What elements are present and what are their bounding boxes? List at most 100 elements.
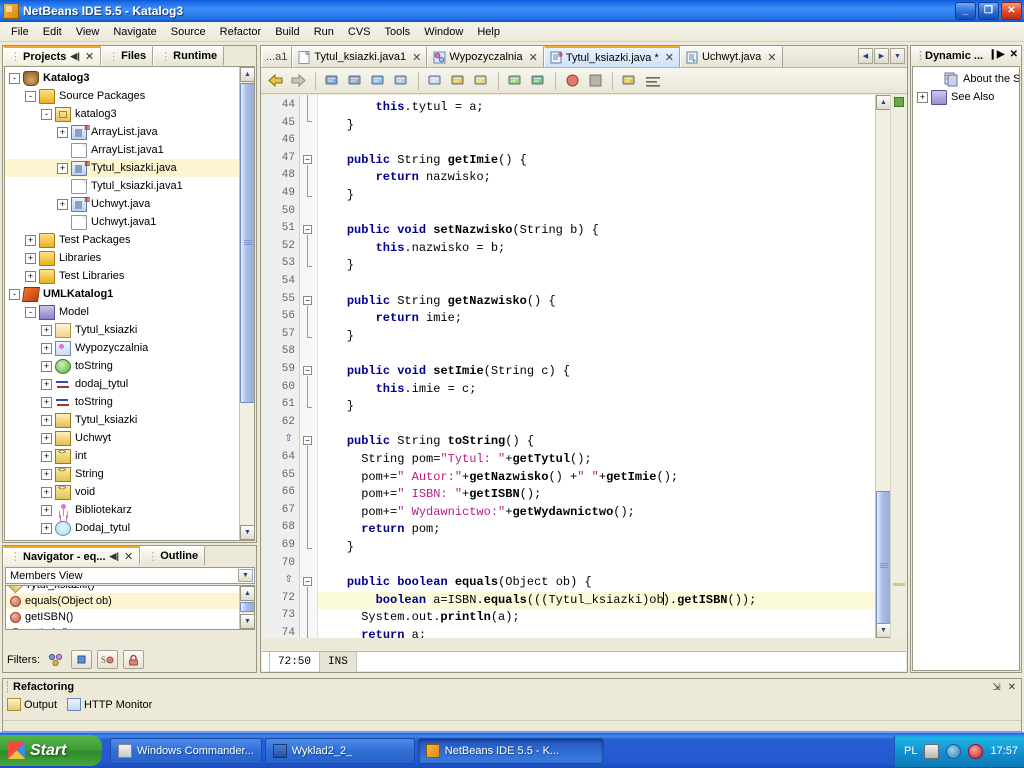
expander-icon[interactable]: + — [41, 360, 52, 372]
menu-window[interactable]: Window — [417, 24, 470, 40]
maximize-button[interactable]: ❐ — [978, 2, 999, 20]
start-button[interactable]: Start — [0, 735, 102, 766]
fold-toggle-icon[interactable]: − — [303, 577, 312, 587]
scroll-thumb[interactable] — [876, 491, 891, 638]
expander-icon[interactable]: + — [57, 198, 68, 210]
tree-item-uchwyt-java1[interactable]: Uchwyt.java1 — [5, 213, 239, 231]
forward-icon[interactable] — [288, 70, 309, 91]
expander-icon[interactable]: - — [25, 90, 36, 102]
close-icon[interactable]: ✕ — [1010, 49, 1018, 60]
projects-scrollbar[interactable]: ▲ ▼ — [239, 67, 254, 540]
tree-item-tytul-ksiazki-java[interactable]: + ▥ Tytul_ksiazki.java — [5, 159, 239, 177]
close-icon[interactable]: ✕ — [1008, 682, 1016, 693]
menu-source[interactable]: Source — [164, 24, 213, 40]
code-line[interactable]: return pom; — [318, 521, 875, 539]
expander-icon[interactable]: + — [41, 324, 52, 336]
pin-icon[interactable]: ◀| — [110, 551, 119, 562]
tab-files[interactable]: ⋮ Files — [101, 46, 154, 65]
code-line[interactable]: return imie; — [318, 310, 875, 328]
previous-bookmark-icon[interactable] — [391, 70, 412, 91]
code-line[interactable]: this.tytul = a; — [318, 99, 875, 117]
code-line[interactable]: pom+=" Autor:"+getNazwisko() +" "+getImi… — [318, 469, 875, 487]
code-line[interactable] — [318, 557, 875, 575]
expander-icon[interactable]: - — [9, 288, 20, 300]
scroll-down-icon[interactable]: ▼ — [876, 623, 891, 638]
format-icon[interactable] — [642, 70, 663, 91]
antivirus-icon[interactable] — [968, 743, 984, 759]
scroll-down-icon[interactable]: ▼ — [240, 614, 254, 629]
expander-icon[interactable]: + — [41, 486, 52, 498]
scroll-up-icon[interactable]: ▲ — [240, 67, 254, 82]
expander-icon[interactable]: + — [41, 522, 52, 534]
toggle-breakpoint-icon[interactable] — [562, 70, 583, 91]
tab-navigator[interactable]: ⋮ Navigator - eq... ◀| ✕ — [3, 546, 141, 565]
code-line[interactable]: this.nazwisko = b; — [318, 240, 875, 258]
close-icon[interactable]: ✕ — [767, 51, 776, 64]
menu-run[interactable]: Run — [307, 24, 341, 40]
editor-tab-tytul-ksiazki-java1[interactable]: Tytul_ksiazki.java1 ✕ — [292, 46, 428, 67]
taskbar-item-wyklad[interactable]: Wyklad2_2_ — [264, 737, 415, 764]
taskbar-item-windows-commander[interactable]: Windows Commander... — [110, 737, 262, 764]
tab-runtime[interactable]: ⋮ Runtime — [153, 46, 225, 65]
expander-icon[interactable]: + — [25, 270, 36, 282]
minimize-icon[interactable]: ⇲ — [992, 682, 1000, 693]
back-icon[interactable] — [265, 70, 286, 91]
error-stripe-column[interactable] — [890, 95, 906, 638]
list-item[interactable]: equals(Object ob) — [6, 593, 239, 609]
expander-icon[interactable]: + — [25, 234, 36, 246]
insert-mode-indicator[interactable]: INS — [320, 651, 357, 672]
tree-item-katalog3[interactable]: - katalog3 — [5, 105, 239, 123]
menu-refactor[interactable]: Refactor — [213, 24, 269, 40]
expander-icon[interactable]: + — [25, 252, 36, 264]
stop-icon[interactable] — [585, 70, 606, 91]
list-item[interactable]: Tytul_ksiazki() — [6, 586, 239, 593]
expander-icon[interactable]: + — [41, 504, 52, 516]
code-line[interactable]: public String getImie() { — [318, 152, 875, 170]
tree-item-test-libraries[interactable]: + Test Libraries — [5, 267, 239, 285]
code-folding-column[interactable]: − − − − − − — [300, 95, 318, 638]
code-line[interactable]: public boolean equals(Object ob) { — [318, 574, 875, 592]
tree-item-test-packages[interactable]: + Test Packages — [5, 231, 239, 249]
editor-tab-wypozyczalnia[interactable]: Wypozyczalnia ✕ — [427, 46, 544, 67]
code-line[interactable]: } — [318, 539, 875, 557]
menu-cvs[interactable]: CVS — [341, 24, 378, 40]
projects-tree[interactable]: - Katalog3- Source Packages - katalog3 + ▥ Arra… — [5, 67, 239, 540]
comment-icon[interactable] — [425, 70, 446, 91]
tree-item-uchwyt[interactable]: + Uchwyt — [5, 429, 239, 447]
uncomment-icon[interactable] — [448, 70, 469, 91]
close-icon[interactable]: ✕ — [665, 51, 674, 64]
tree-item-libraries[interactable]: + Libraries — [5, 249, 239, 267]
expander-icon[interactable]: + — [41, 378, 52, 390]
clock[interactable]: 17:57 — [990, 745, 1018, 757]
navigator-members-list[interactable]: Tytul_ksiazki() equals(Object ob) getISB… — [5, 585, 255, 630]
code-line[interactable]: String pom="Tytul: "+getTytul(); — [318, 451, 875, 469]
tree-item-tostring[interactable]: + toString — [5, 357, 239, 375]
find-selection-icon[interactable] — [322, 70, 343, 91]
code-line-current[interactable]: boolean a=ISBN.equals(((Tytul_ksiazki)ob… — [318, 591, 875, 610]
code-line[interactable]: } — [318, 328, 875, 346]
tree-item-tytul-ksiazki[interactable]: + Tytul_ksiazki — [5, 321, 239, 339]
menu-build[interactable]: Build — [268, 24, 306, 40]
toggle-bookmark-icon[interactable] — [368, 70, 389, 91]
inherited-members-icon[interactable] — [45, 650, 66, 669]
code-vertical-scrollbar[interactable]: ▲ ▼ — [875, 95, 891, 638]
code-line[interactable]: } — [318, 187, 875, 205]
expander-icon[interactable]: + — [57, 162, 68, 174]
tab-outline[interactable]: ⋮ Outline — [140, 546, 206, 565]
tree-item-source-packages[interactable]: - Source Packages — [5, 87, 239, 105]
tab-output[interactable]: Output — [7, 698, 57, 711]
shift-left-icon[interactable] — [505, 70, 526, 91]
tree-item-dodaj-tytul[interactable]: + dodaj_tytul — [5, 375, 239, 393]
menu-view[interactable]: View — [69, 24, 107, 40]
expander-icon[interactable]: + — [57, 126, 68, 138]
code-editor[interactable]: 44 45 46 47 48 49 50 51 52 53 54 55 56 57 58 59 60 61 62 ⇧ 6… — [262, 95, 906, 638]
pin-icon[interactable]: ❙▶ — [989, 49, 1005, 60]
code-line[interactable]: pom+=" ISBN: "+getISBN(); — [318, 486, 875, 504]
language-indicator[interactable]: PL — [904, 745, 917, 757]
fold-toggle-icon[interactable]: − — [303, 436, 312, 446]
tree-item-about-source[interactable]: ? About the Sou — [913, 70, 1019, 88]
code-line[interactable]: public void setImie(String c) { — [318, 363, 875, 381]
tree-item-umlkatalog1[interactable]: - UMLKatalog1 — [5, 285, 239, 303]
tree-item-tytul-ksiazki[interactable]: + Tytul_ksiazki — [5, 411, 239, 429]
expander-icon[interactable]: + — [917, 91, 928, 103]
